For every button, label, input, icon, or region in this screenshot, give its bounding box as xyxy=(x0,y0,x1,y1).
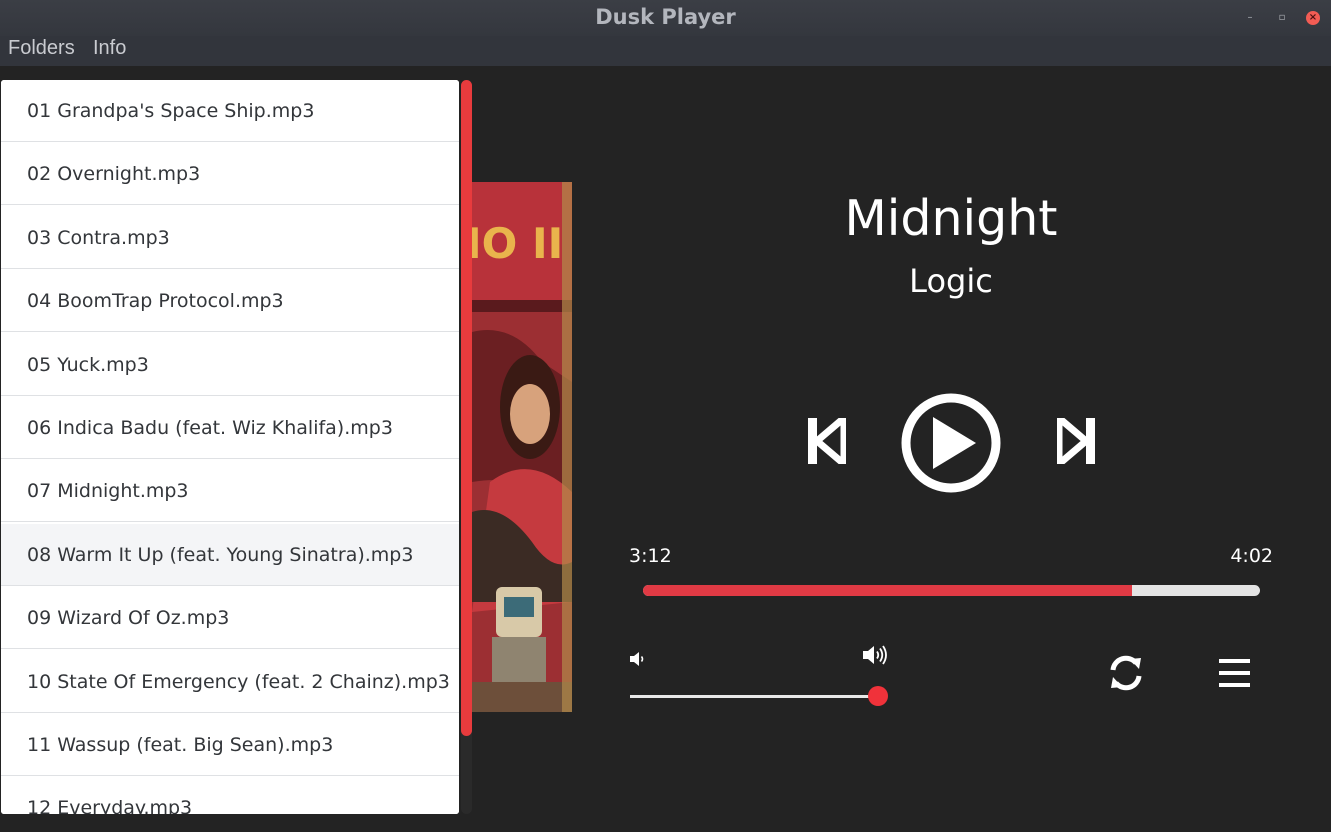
scrollbar-thumb[interactable] xyxy=(461,80,472,736)
volume-fill xyxy=(630,695,878,698)
title-bar: Dusk Player – ▫ × xyxy=(0,0,1331,36)
close-icon[interactable]: × xyxy=(1306,11,1320,25)
track-item[interactable]: 08 Warm It Up (feat. Young Sinatra).mp3 xyxy=(1,523,459,586)
progress-bar[interactable] xyxy=(643,585,1260,596)
album-cover: IO II xyxy=(472,182,572,712)
hamburger-menu-icon xyxy=(1219,659,1250,687)
track-item[interactable]: 06 Indica Badu (feat. Wiz Khalifa).mp3 xyxy=(1,397,459,459)
total-time: 4:02 xyxy=(1230,545,1273,567)
track-item[interactable]: 12 Everyday.mp3 xyxy=(1,777,459,814)
volume-knob[interactable] xyxy=(868,686,888,706)
minimize-icon[interactable]: – xyxy=(1242,10,1258,26)
previous-button[interactable] xyxy=(808,410,848,472)
repeat-icon xyxy=(1110,655,1142,691)
volume-high-icon[interactable] xyxy=(862,644,888,666)
maximize-icon[interactable]: ▫ xyxy=(1274,10,1290,26)
play-button[interactable] xyxy=(900,392,1002,494)
track-item[interactable]: 07 Midnight.mp3 xyxy=(1,460,459,523)
menu-folders[interactable]: Folders xyxy=(8,37,75,60)
progress-fill xyxy=(643,585,1133,596)
track-item[interactable]: 01 Grandpa's Space Ship.mp3 xyxy=(1,80,459,142)
track-list: 01 Grandpa's Space Ship.mp3 02 Overnight.… xyxy=(1,80,459,814)
playlist-menu-button[interactable] xyxy=(1217,656,1253,692)
next-button[interactable] xyxy=(1055,410,1095,472)
track-item[interactable]: 04 BoomTrap Protocol.mp3 xyxy=(1,270,459,333)
track-item[interactable]: 05 Yuck.mp3 xyxy=(1,333,459,396)
track-item[interactable]: 10 State Of Emergency (feat. 2 Chainz).m… xyxy=(1,650,459,713)
volume-low-icon[interactable] xyxy=(629,650,647,668)
skip-next-icon xyxy=(1055,410,1095,472)
window-title: Dusk Player xyxy=(595,5,736,29)
album-cover-text: IO II xyxy=(472,219,563,268)
track-item[interactable]: 02 Overnight.mp3 xyxy=(1,143,459,206)
song-artist: Logic xyxy=(909,262,993,300)
volume-slider[interactable] xyxy=(630,695,878,698)
song-title: Midnight xyxy=(844,190,1058,247)
repeat-button[interactable] xyxy=(1106,653,1146,693)
current-time: 3:12 xyxy=(629,545,672,567)
menu-bar: Folders Info xyxy=(0,36,1331,66)
skip-previous-icon xyxy=(808,410,848,472)
play-circle-icon xyxy=(901,393,1001,493)
track-item[interactable]: 09 Wizard Of Oz.mp3 xyxy=(1,587,459,650)
menu-info[interactable]: Info xyxy=(93,37,126,60)
track-item[interactable]: 03 Contra.mp3 xyxy=(1,206,459,269)
track-item[interactable]: 11 Wassup (feat. Big Sean).mp3 xyxy=(1,714,459,776)
